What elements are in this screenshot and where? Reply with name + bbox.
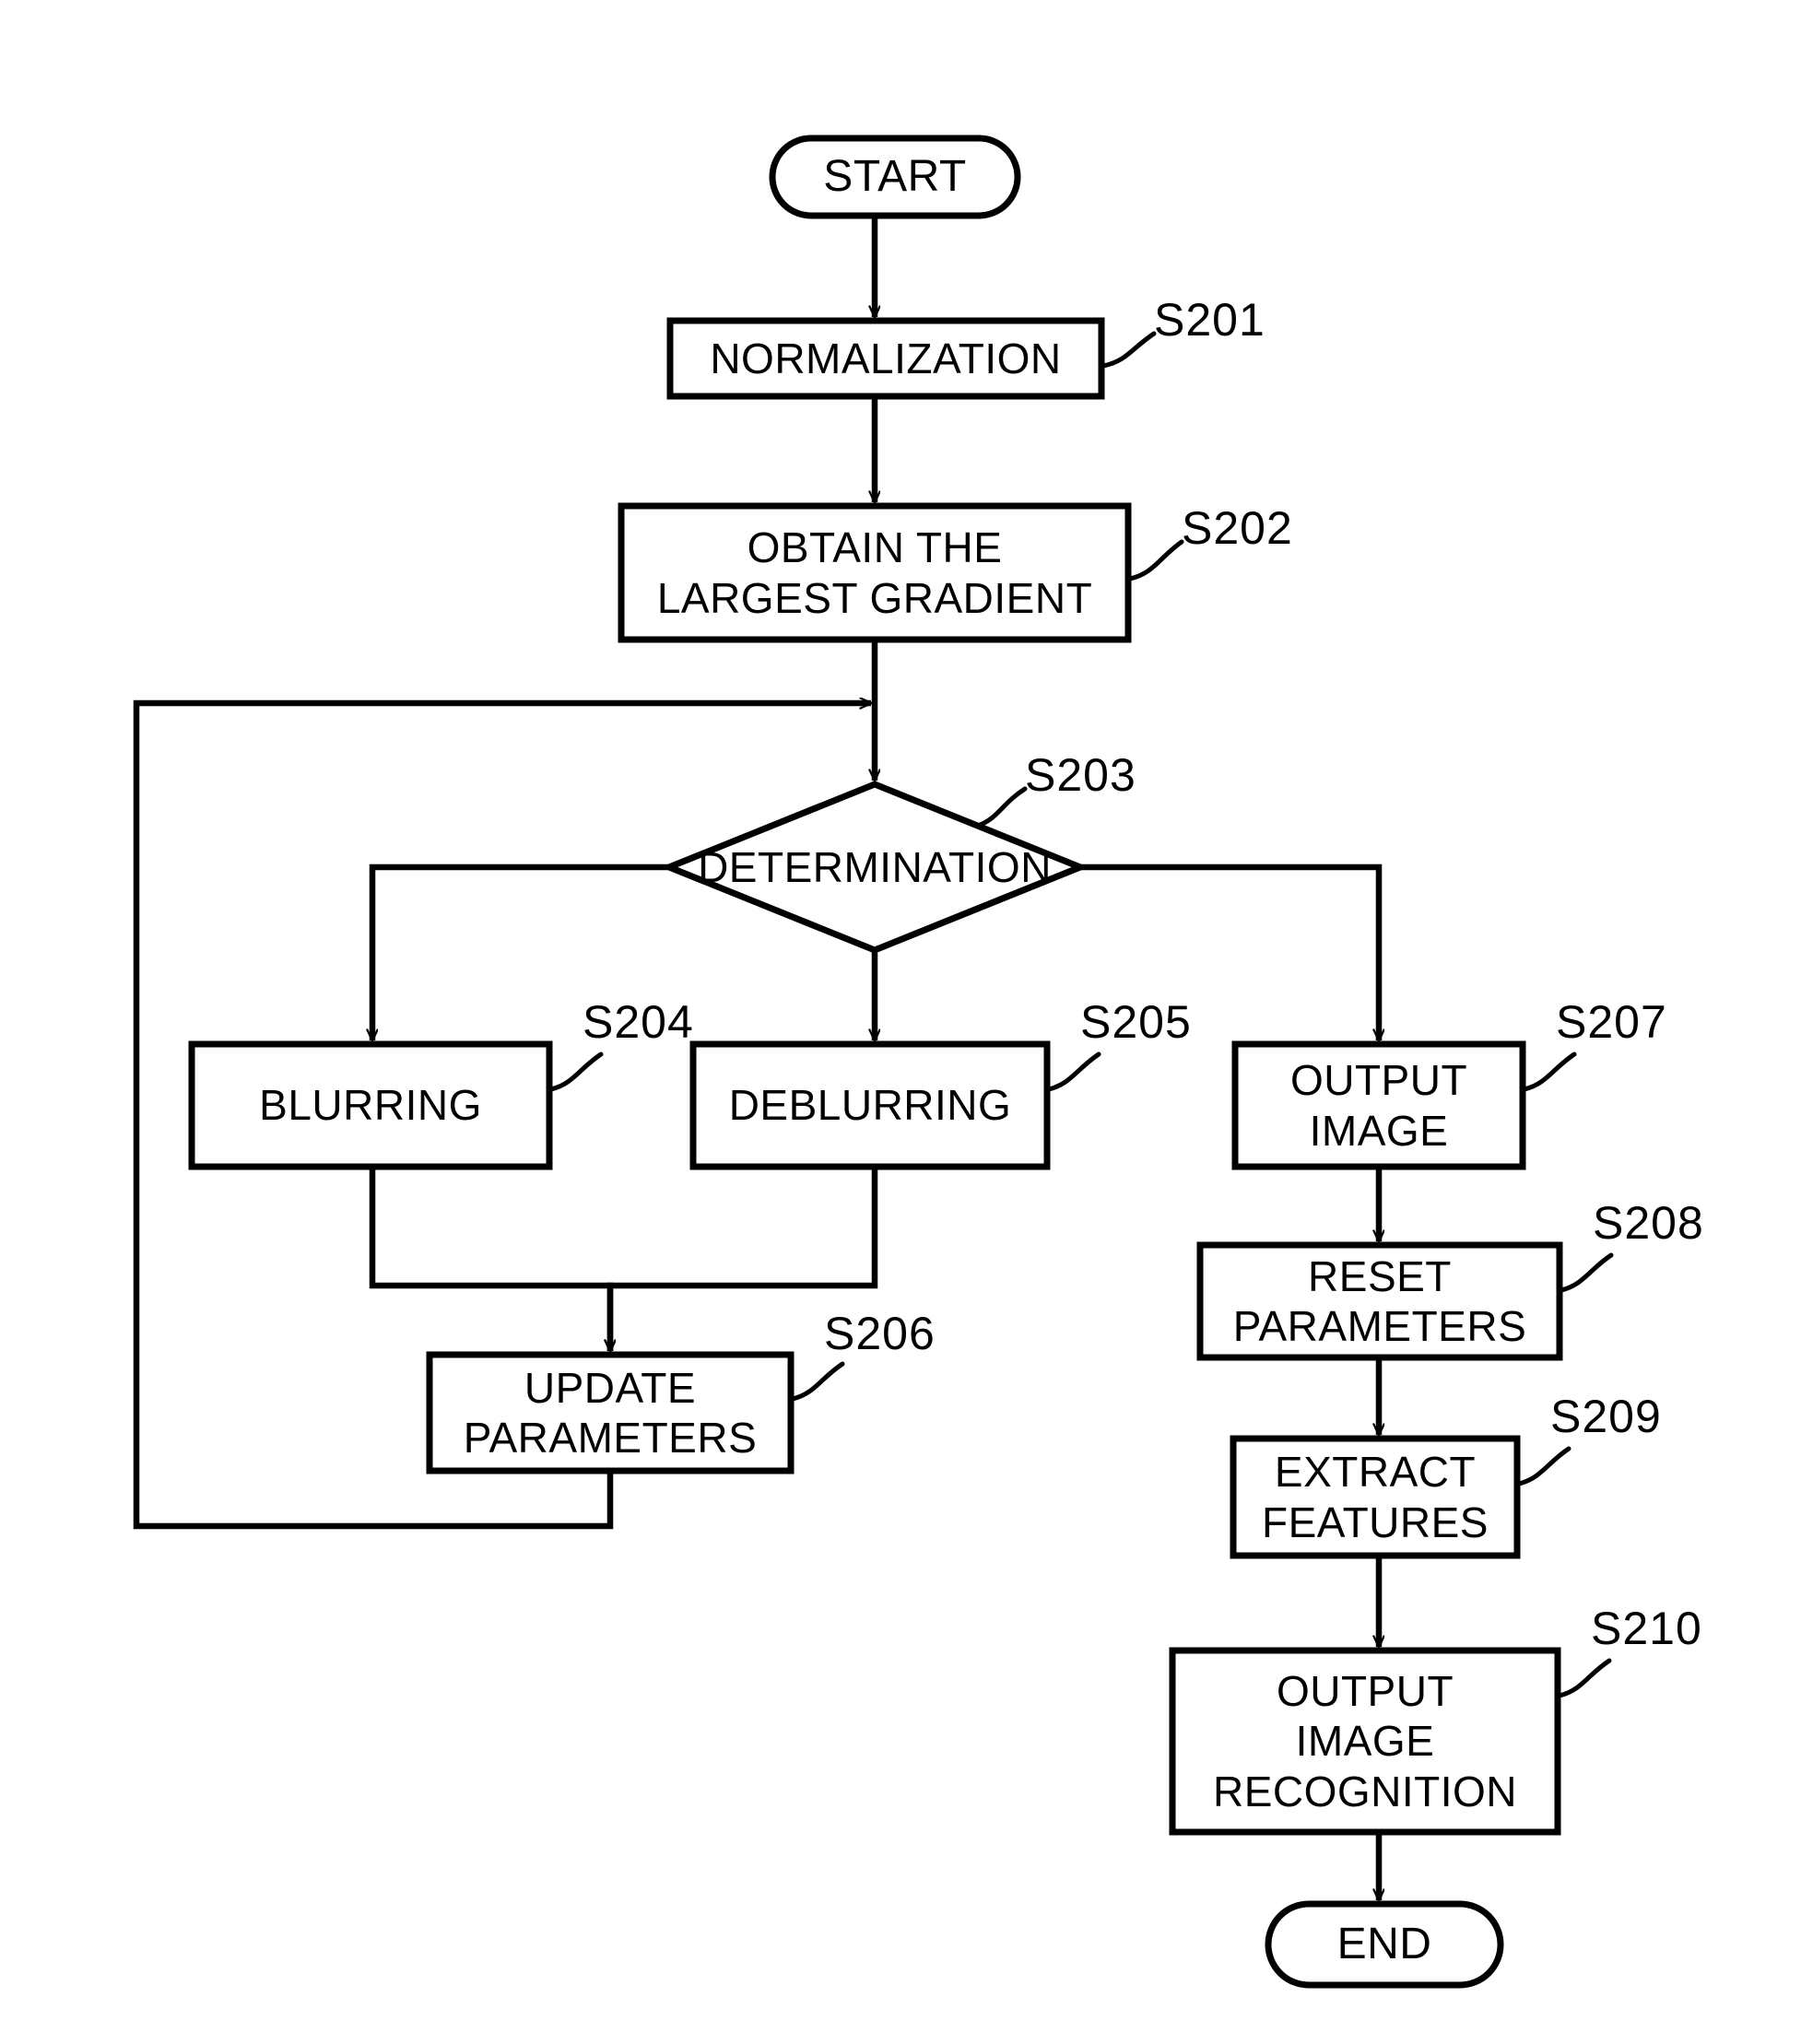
deblurring-box-shape <box>689 1040 1051 1170</box>
leader-s203 <box>975 786 1028 828</box>
step-label-s201: S201 <box>1154 294 1265 346</box>
step-label-s203: S203 <box>1025 749 1136 801</box>
leader-s208 <box>1559 1252 1614 1293</box>
edge-blurring-to-update-parameters <box>369 1167 610 1351</box>
leader-s204 <box>548 1051 604 1092</box>
determination-diamond-shape <box>660 781 1089 954</box>
leader-s205 <box>1046 1051 1101 1092</box>
step-label-s204: S204 <box>583 996 694 1048</box>
step-label-s205: S205 <box>1080 996 1192 1048</box>
obtain-gradient-box-shape <box>618 502 1132 643</box>
end-terminator-shape <box>1265 1900 1504 1989</box>
leader-s206 <box>790 1361 845 1402</box>
leader-s201 <box>1101 331 1157 369</box>
leader-s207 <box>1522 1051 1577 1092</box>
leader-s210 <box>1557 1658 1612 1698</box>
step-label-s209: S209 <box>1550 1391 1662 1442</box>
step-label-s208: S208 <box>1593 1197 1704 1249</box>
update-parameters-box-shape <box>426 1351 795 1474</box>
start-terminator-shape <box>769 135 1021 219</box>
reset-parameters-box-shape <box>1196 1241 1563 1361</box>
step-label-s202: S202 <box>1182 502 1293 554</box>
output-image-box-shape <box>1231 1040 1526 1170</box>
leader-s202 <box>1127 539 1184 581</box>
flowchart-shapes-layer <box>133 135 1614 1989</box>
normalization-box-shape <box>666 317 1105 400</box>
flowchart-canvas: START NORMALIZATION OBTAIN THE LARGEST G… <box>0 0 1801 2044</box>
extract-features-box-shape <box>1230 1435 1521 1559</box>
step-label-s206: S206 <box>824 1308 936 1359</box>
blurring-box-shape <box>188 1040 553 1170</box>
step-label-s210: S210 <box>1591 1603 1702 1654</box>
output-image-recognition-box-shape <box>1169 1647 1561 1836</box>
leader-s209 <box>1516 1446 1571 1486</box>
step-label-s207: S207 <box>1556 996 1667 1048</box>
